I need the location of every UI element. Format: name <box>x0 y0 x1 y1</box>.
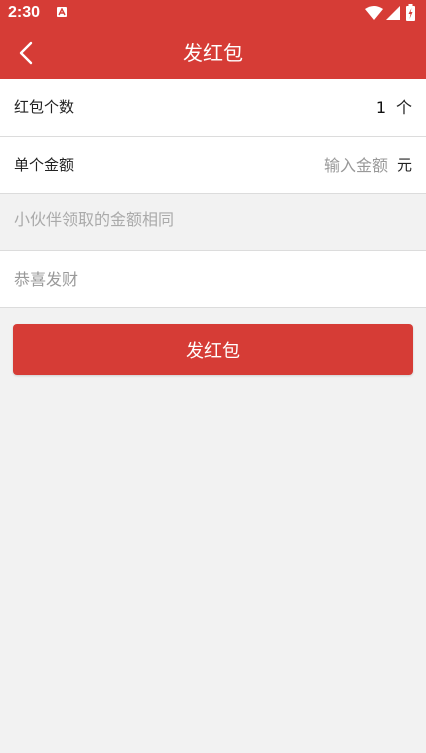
same-amount-hint: 小伙伴领取的金额相同 <box>14 210 175 229</box>
amount-input[interactable] <box>268 151 388 179</box>
signal-icon <box>386 6 400 20</box>
status-time: 2:30 <box>8 4 41 21</box>
status-bar: 2:30 <box>0 0 426 26</box>
amount-row: 单个金额 元 <box>0 137 426 194</box>
page-title: 发红包 <box>183 41 243 65</box>
greeting-row <box>0 250 426 308</box>
send-red-packet-button[interactable]: 发红包 <box>13 324 413 375</box>
packet-count-row[interactable]: 红包个数 1 个 <box>0 79 426 137</box>
toolbar: 发红包 <box>0 26 426 79</box>
packet-count-label: 红包个数 <box>14 98 75 116</box>
greeting-input[interactable] <box>14 265 404 293</box>
packet-count-value[interactable]: 1 <box>376 79 386 137</box>
packet-count-unit: 个 <box>395 98 412 117</box>
wifi-icon <box>365 6 383 20</box>
amount-label: 单个金额 <box>14 156 75 174</box>
notification-a-icon <box>57 7 67 17</box>
battery-icon <box>406 4 415 21</box>
amount-unit: 元 <box>396 156 412 174</box>
